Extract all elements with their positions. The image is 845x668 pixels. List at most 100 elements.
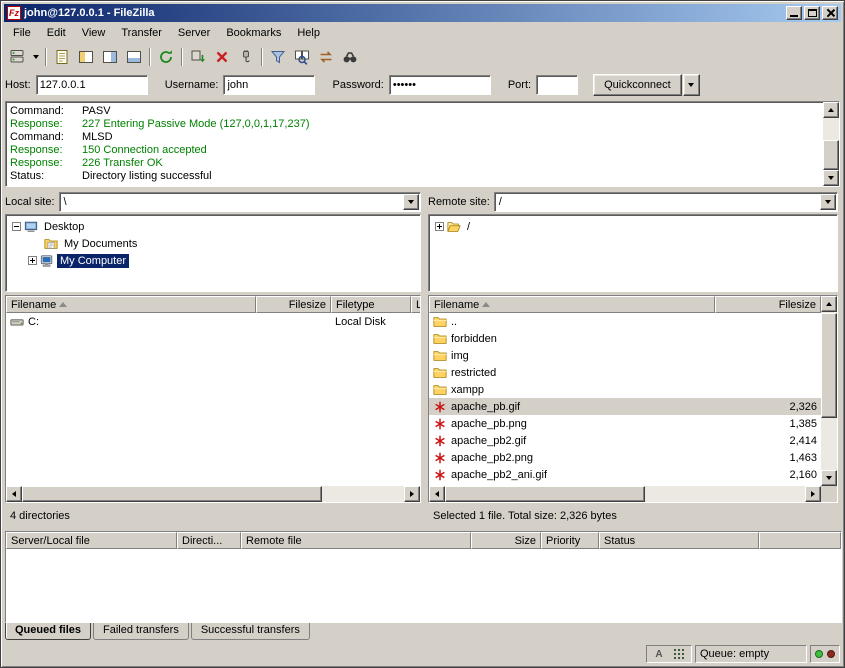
tab-queued-files[interactable]: Queued files xyxy=(5,623,91,640)
menu-help[interactable]: Help xyxy=(289,24,328,42)
toggle-local-tree-button[interactable] xyxy=(74,46,98,69)
menu-transfer[interactable]: Transfer xyxy=(113,24,170,42)
file-row[interactable]: apache_pb.png1,385 xyxy=(429,415,821,432)
column-filesize[interactable]: Filesize xyxy=(256,296,331,313)
file-row[interactable]: .. xyxy=(429,313,821,330)
file-size: 2,326 xyxy=(789,401,817,413)
expand-icon[interactable] xyxy=(435,222,444,231)
keypad-icon[interactable] xyxy=(671,647,687,661)
file-row[interactable]: xampp xyxy=(429,381,821,398)
find-button[interactable] xyxy=(338,46,362,69)
menu-file[interactable]: File xyxy=(5,24,39,42)
folder-icon xyxy=(433,332,447,346)
scroll-down-button[interactable] xyxy=(823,170,839,186)
menu-server[interactable]: Server xyxy=(170,24,218,42)
remote-tree-icon xyxy=(102,49,118,65)
column-size[interactable]: Size xyxy=(471,532,541,549)
titlebar[interactable]: Fz john@127.0.0.1 - FileZilla xyxy=(4,4,841,22)
tree-item-root[interactable]: / xyxy=(464,220,473,234)
local-list-body[interactable]: C: Local Disk xyxy=(6,313,420,486)
maximize-button[interactable] xyxy=(804,6,820,20)
minimize-button[interactable] xyxy=(786,6,802,20)
remote-site-dropdown[interactable] xyxy=(820,194,836,210)
scroll-left-button[interactable] xyxy=(6,486,22,502)
host-input[interactable] xyxy=(36,75,148,95)
column-status[interactable]: Status xyxy=(599,532,759,549)
filter-button[interactable] xyxy=(266,46,290,69)
activity-led-panel xyxy=(810,645,840,663)
local-tree[interactable]: Desktop My Documents My Computer xyxy=(5,214,421,292)
column-last-modified[interactable]: L xyxy=(411,296,420,313)
username-input[interactable] xyxy=(223,75,315,95)
site-manager-dropdown[interactable] xyxy=(29,46,42,69)
remote-tree[interactable]: / xyxy=(428,214,838,292)
scroll-thumb[interactable] xyxy=(22,486,322,502)
site-manager-button[interactable] xyxy=(5,46,29,69)
message-log[interactable]: Command:PASV Response:227 Entering Passi… xyxy=(5,101,840,187)
queue-body[interactable] xyxy=(6,549,841,622)
scroll-thumb[interactable] xyxy=(821,313,837,418)
close-button[interactable] xyxy=(822,6,838,20)
refresh-button[interactable] xyxy=(154,46,178,69)
remote-site-label: Remote site: xyxy=(428,196,490,208)
process-queue-button[interactable] xyxy=(186,46,210,69)
scroll-thumb[interactable] xyxy=(445,486,645,502)
column-direction[interactable]: Directi... xyxy=(177,532,241,549)
ascii-type-icon[interactable] xyxy=(651,647,667,661)
scroll-right-button[interactable] xyxy=(404,486,420,502)
file-row[interactable]: apache_pb2.png1,463 xyxy=(429,449,821,466)
port-label: Port: xyxy=(508,79,531,91)
log-scrollbar[interactable] xyxy=(823,102,839,186)
compare-button[interactable] xyxy=(290,46,314,69)
column-remote-file[interactable]: Remote file xyxy=(241,532,471,549)
tab-successful-transfers[interactable]: Successful transfers xyxy=(191,623,310,640)
file-row[interactable]: apache_pb2_ani.gif2,160 xyxy=(429,466,821,483)
file-row[interactable]: apache_pb2.gif2,414 xyxy=(429,432,821,449)
scroll-up-button[interactable] xyxy=(823,102,839,118)
file-row[interactable]: forbidden xyxy=(429,330,821,347)
column-filesize[interactable]: Filesize xyxy=(715,296,821,313)
drive-icon xyxy=(10,315,24,329)
file-row[interactable]: img xyxy=(429,347,821,364)
quickconnect-button[interactable]: Quickconnect xyxy=(593,74,682,96)
menu-bookmarks[interactable]: Bookmarks xyxy=(218,24,289,42)
expand-icon[interactable] xyxy=(28,256,37,265)
toggle-remote-tree-button[interactable] xyxy=(98,46,122,69)
cancel-button[interactable] xyxy=(210,46,234,69)
menu-view[interactable]: View xyxy=(74,24,114,42)
scroll-right-button[interactable] xyxy=(805,486,821,502)
file-row[interactable]: restricted xyxy=(429,364,821,381)
column-filename[interactable]: Filename xyxy=(429,296,715,313)
password-input[interactable] xyxy=(389,75,491,95)
port-input[interactable] xyxy=(536,75,578,95)
menu-edit[interactable]: Edit xyxy=(39,24,74,42)
column-filetype[interactable]: Filetype xyxy=(331,296,411,313)
column-filename[interactable]: Filename xyxy=(6,296,256,313)
remote-list-body[interactable]: .. forbidden img restricted xampp apache… xyxy=(429,313,821,486)
local-site-combo[interactable]: \ xyxy=(59,192,421,212)
file-row[interactable]: C: Local Disk xyxy=(6,313,420,330)
local-hscrollbar[interactable] xyxy=(6,486,420,502)
column-server-local-file[interactable]: Server/Local file xyxy=(6,532,177,549)
remote-vscrollbar[interactable] xyxy=(821,296,837,486)
tree-item-my-documents[interactable]: My Documents xyxy=(61,237,140,251)
collapse-icon[interactable] xyxy=(12,222,21,231)
toggle-queue-button[interactable] xyxy=(122,46,146,69)
tab-failed-transfers[interactable]: Failed transfers xyxy=(93,623,189,640)
toggle-log-button[interactable] xyxy=(50,46,74,69)
tree-item-my-computer[interactable]: My Computer xyxy=(57,254,129,268)
column-priority[interactable]: Priority xyxy=(541,532,599,549)
file-row-selected[interactable]: apache_pb.gif2,326 xyxy=(429,398,821,415)
scroll-thumb[interactable] xyxy=(823,140,839,170)
disconnect-button[interactable] xyxy=(234,46,258,69)
remote-site-combo[interactable]: / xyxy=(494,192,838,212)
scroll-up-button[interactable] xyxy=(821,296,837,312)
remote-hscrollbar[interactable] xyxy=(429,486,821,502)
quickconnect-dropdown[interactable] xyxy=(683,74,700,96)
scroll-left-button[interactable] xyxy=(429,486,445,502)
tree-item-desktop[interactable]: Desktop xyxy=(41,220,87,234)
scroll-down-button[interactable] xyxy=(821,470,837,486)
local-site-dropdown[interactable] xyxy=(403,194,419,210)
scrollbar-corner xyxy=(821,486,837,502)
sync-browsing-button[interactable] xyxy=(314,46,338,69)
